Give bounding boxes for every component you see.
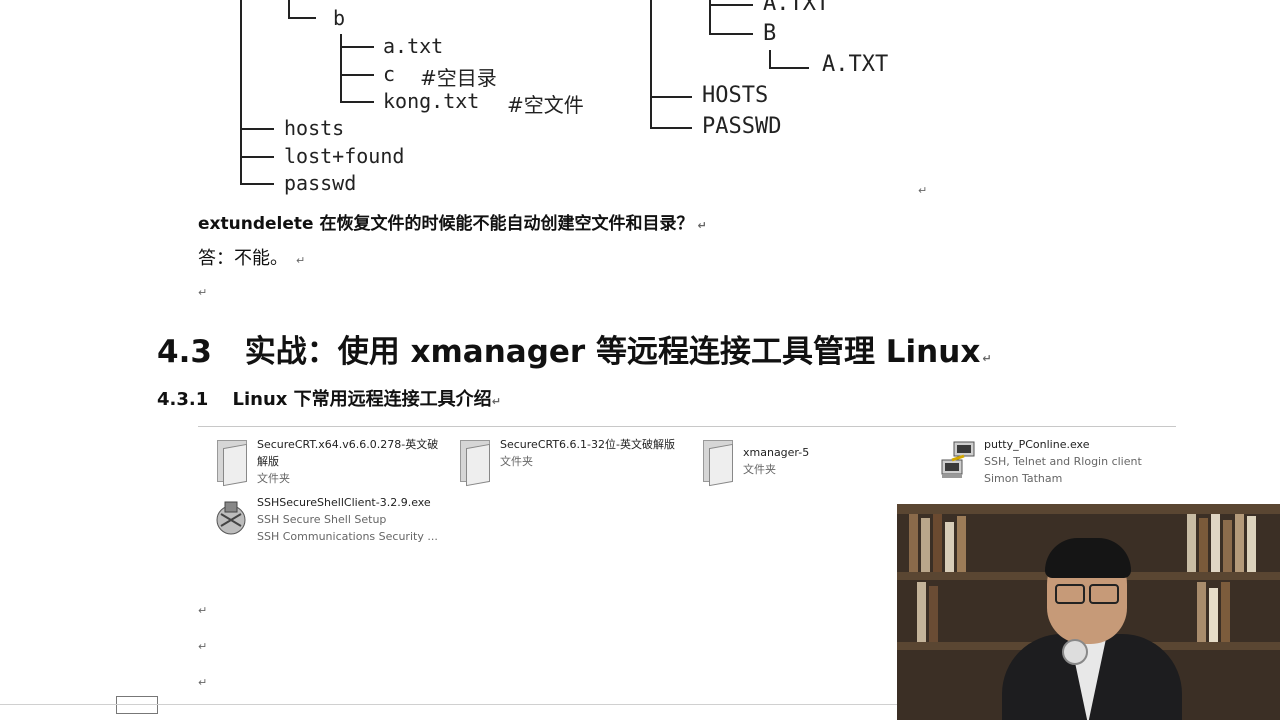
paragraph-mark: ↵ xyxy=(491,395,501,408)
file-name: xmanager-5 xyxy=(743,446,810,459)
subsection-title: Linux 下常用远程连接工具介绍 xyxy=(232,389,492,410)
file-item-securecrt-32[interactable]: SecureCRT6.6.1-32位-英文破解版 文件夹 xyxy=(456,436,675,487)
tree-node-passwd-upper: PASSWD xyxy=(702,114,782,139)
microphone-icon xyxy=(1062,639,1088,665)
tree-branch-line xyxy=(769,67,809,69)
tree-node-hosts-upper: HOSTS xyxy=(702,83,769,108)
tree-branch-line xyxy=(709,33,753,35)
file-company: SSH Communications Security ... xyxy=(257,530,438,543)
tree-node-passwd: passwd xyxy=(284,171,357,195)
file-type: 文件夹 xyxy=(743,463,776,476)
image-border-line xyxy=(198,426,1176,427)
folder-icon xyxy=(699,436,735,487)
paragraph-mark: ↵ xyxy=(918,184,928,197)
tree-node-a-txt-upper: A.TXT xyxy=(763,0,830,16)
question-text[interactable]: extundelete 在恢复文件的时候能不能自动创建空文件和目录？ ↵ xyxy=(198,209,707,234)
tree-branch-line xyxy=(709,4,753,6)
tree-branch-line xyxy=(240,156,274,158)
file-type: 文件夹 xyxy=(500,455,533,468)
subsection-number: 4.3.1 xyxy=(157,389,209,410)
file-item-securecrt-x64[interactable]: SecureCRT.x64.v6.6.0.278-英文破 解版 文件夹 xyxy=(213,436,438,487)
file-name: putty_PConline.exe xyxy=(984,438,1090,451)
tree-branch-line xyxy=(288,17,316,19)
tree-branch-line xyxy=(340,74,374,76)
file-company: Simon Tatham xyxy=(984,472,1063,485)
tree-node-b-upper: B xyxy=(763,21,777,46)
tree-branch-line xyxy=(240,128,274,130)
paragraph-mark: ↵ xyxy=(296,254,306,267)
tree-branch-line xyxy=(650,96,692,98)
file-item-xmanager[interactable]: xmanager-5 文件夹 xyxy=(699,436,810,487)
tree-node-a-txt: a.txt xyxy=(383,34,444,58)
tree-node-c: c xyxy=(383,62,396,86)
putty-icon xyxy=(940,436,976,482)
question-label: extundelete 在恢复文件的时候能不能自动创建空文件和目录？ xyxy=(198,214,694,234)
file-description: SSH Secure Shell Setup xyxy=(257,513,387,526)
folder-icon xyxy=(213,436,249,487)
tree-branch-line xyxy=(340,101,374,103)
tree-comment-empty-file: #空文件 xyxy=(507,93,584,117)
tree-trunk-line xyxy=(650,0,652,128)
tree-node-kong-txt: kong.txt xyxy=(383,89,480,113)
tree-node-a-txt-child: A.TXT xyxy=(822,52,889,77)
section-title: 实战：使用 xmanager 等远程连接工具管理 Linux xyxy=(244,334,981,370)
tree-branch-line xyxy=(340,34,342,102)
file-description: SSH, Telnet and Rlogin client xyxy=(984,455,1142,468)
tree-branch-line xyxy=(650,127,692,129)
section-heading-4-3-1[interactable]: 4.3.1 Linux 下常用远程连接工具介绍↵ xyxy=(157,385,501,411)
tree-branch-line xyxy=(769,50,771,68)
glasses-icon xyxy=(1055,584,1119,604)
paragraph-mark: ↵ xyxy=(198,640,208,653)
text-box-frame[interactable] xyxy=(116,696,158,714)
paragraph-mark: ↵ xyxy=(198,286,208,299)
tree-node-b: b xyxy=(333,6,346,30)
file-name: SecureCRT.x64.v6.6.0.278-英文破 xyxy=(257,438,439,451)
folder-icon xyxy=(456,436,492,487)
section-heading-4-3[interactable]: 4.3 实战：使用 xmanager 等远程连接工具管理 Linux ↵ xyxy=(157,326,992,371)
tree-node-hosts: hosts xyxy=(284,116,345,140)
file-name: SecureCRT6.6.1-32位-英文破解版 xyxy=(500,438,675,451)
file-name-cont: 解版 xyxy=(257,455,279,468)
section-number: 4.3 xyxy=(157,334,212,370)
paragraph-mark: ↵ xyxy=(198,604,208,617)
file-item-putty[interactable]: putty_PConline.exe SSH, Telnet and Rlogi… xyxy=(940,436,1142,487)
tree-node-lost-found: lost+found xyxy=(284,144,405,168)
answer-text[interactable]: 答：不能。 ↵ xyxy=(198,244,305,270)
file-item-ssh-secure-shell[interactable]: SSHSecureShellClient-3.2.9.exe SSH Secur… xyxy=(213,494,438,545)
page-bottom-rule xyxy=(0,704,897,705)
paragraph-mark: ↵ xyxy=(697,219,707,232)
tree-branch-line xyxy=(240,183,274,185)
file-type: 文件夹 xyxy=(257,472,290,485)
answer-label: 答：不能。 xyxy=(198,248,288,269)
paragraph-mark: ↵ xyxy=(982,352,992,365)
ssh-installer-icon xyxy=(213,494,249,540)
tree-comment-empty-dir: #空目录 xyxy=(420,66,497,90)
presenter-webcam-video xyxy=(897,504,1280,720)
file-name: SSHSecureShellClient-3.2.9.exe xyxy=(257,496,431,509)
tree-branch-line xyxy=(288,0,290,18)
paragraph-mark: ↵ xyxy=(198,676,208,689)
tree-branch-line xyxy=(340,46,374,48)
